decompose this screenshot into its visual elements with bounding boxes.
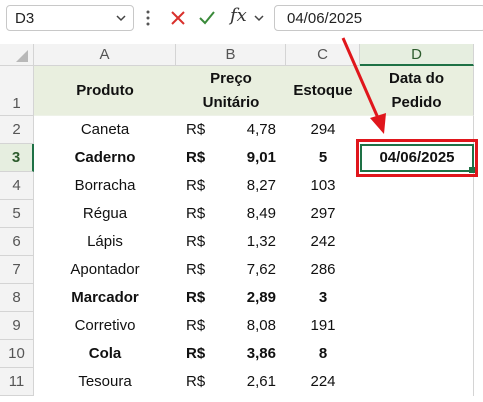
cell-estoque[interactable]: 242 [286,228,360,256]
cell-preco[interactable]: 8,08 [176,312,276,340]
cell-preco[interactable]: 9,01 [176,144,276,172]
row-header-3[interactable]: 3 [0,144,34,172]
chevron-down-icon[interactable] [253,12,265,24]
row-header-1[interactable]: 1 [0,66,34,116]
cell-preco[interactable]: 2,89 [176,284,276,312]
select-all-icon [16,50,28,62]
cell-estoque[interactable]: 294 [286,116,360,144]
cell-data-do-pedido[interactable] [360,228,474,256]
cell-produto[interactable]: Caneta [34,116,176,144]
row-header-6[interactable]: 6 [0,228,34,256]
cell-produto[interactable]: Tesoura [34,368,176,396]
cell-estoque[interactable]: 224 [286,368,360,396]
cell-preco[interactable]: 1,32 [176,228,276,256]
row-header-8[interactable]: 8 [0,284,34,312]
row-header-7[interactable]: 7 [0,256,34,284]
cell-estoque[interactable]: 8 [286,340,360,368]
cell-data-do-pedido[interactable] [360,284,474,312]
more-options-icon[interactable] [146,10,150,26]
cell-preco[interactable]: 4,78 [176,116,276,144]
header-preco-unitario-text: Unitário [202,93,260,111]
header-data-do-pedido-text: Pedido [391,93,442,111]
cell-data-do-pedido[interactable] [360,256,474,284]
cell-produto[interactable]: Apontador [34,256,176,284]
cell-preco[interactable]: 8,27 [176,172,276,200]
header-produto-text: Produto [76,81,134,99]
name-box[interactable]: D3 [6,5,134,31]
cell-estoque[interactable]: 103 [286,172,360,200]
cell-estoque[interactable]: 191 [286,312,360,340]
header-data-do-pedido-text: Data do [388,69,444,87]
row-header-9[interactable]: 9 [0,312,34,340]
formula-value: 04/06/2025 [287,10,363,27]
cell-produto[interactable]: Corretivo [34,312,176,340]
column-header-c[interactable]: C [286,44,360,66]
row-header-5[interactable]: 5 [0,200,34,228]
cell-produto[interactable]: Régua [34,200,176,228]
cell-preco[interactable]: 3,86 [176,340,276,368]
fill-handle[interactable] [469,167,475,173]
cell-data-do-pedido[interactable] [360,200,474,228]
confirm-icon[interactable] [197,8,217,28]
cell-data-do-pedido[interactable] [360,340,474,368]
cell-preco[interactable]: 8,49 [176,200,276,228]
formula-input[interactable]: 04/06/2025 [274,5,483,31]
cell-produto[interactable]: Marcador [34,284,176,312]
column-header-b[interactable]: B [176,44,286,66]
cell-preco[interactable]: 7,62 [176,256,276,284]
column-header-d[interactable]: D [360,44,474,66]
cell-estoque[interactable]: 297 [286,200,360,228]
annotation-highlight-box [356,139,478,177]
header-estoque[interactable]: Estoque [286,66,360,116]
header-estoque-text: Estoque [293,81,353,99]
cancel-icon[interactable] [168,8,188,28]
cell-estoque[interactable]: 5 [286,144,360,172]
chevron-down-icon[interactable] [115,12,127,24]
cell-estoque[interactable]: 3 [286,284,360,312]
cell-produto[interactable]: Lápis [34,228,176,256]
header-data-do-pedido[interactable]: Data do Pedido [360,66,474,116]
row-header-11[interactable]: 11 [0,368,34,396]
cell-preco[interactable]: 2,61 [176,368,276,396]
insert-function-icon[interactable]: fx [230,5,247,26]
formula-bar: D3 fx 04/06/2025 [0,0,483,38]
column-header-a[interactable]: A [34,44,176,66]
cell-produto[interactable]: Cola [34,340,176,368]
header-preco-unitario-text: Preço [210,69,252,87]
cell-produto[interactable]: Borracha [34,172,176,200]
header-produto[interactable]: Produto [34,66,176,116]
row-header-2[interactable]: 2 [0,116,34,144]
row-header-4[interactable]: 4 [0,172,34,200]
row-header-10[interactable]: 10 [0,340,34,368]
cell-estoque[interactable]: 286 [286,256,360,284]
select-all-corner[interactable] [0,44,34,66]
header-preco-unitario[interactable]: Preço Unitário [176,66,286,116]
name-box-value: D3 [15,10,35,27]
cell-data-do-pedido[interactable] [360,368,474,396]
cell-data-do-pedido[interactable] [360,312,474,340]
cell-produto[interactable]: Caderno [34,144,176,172]
